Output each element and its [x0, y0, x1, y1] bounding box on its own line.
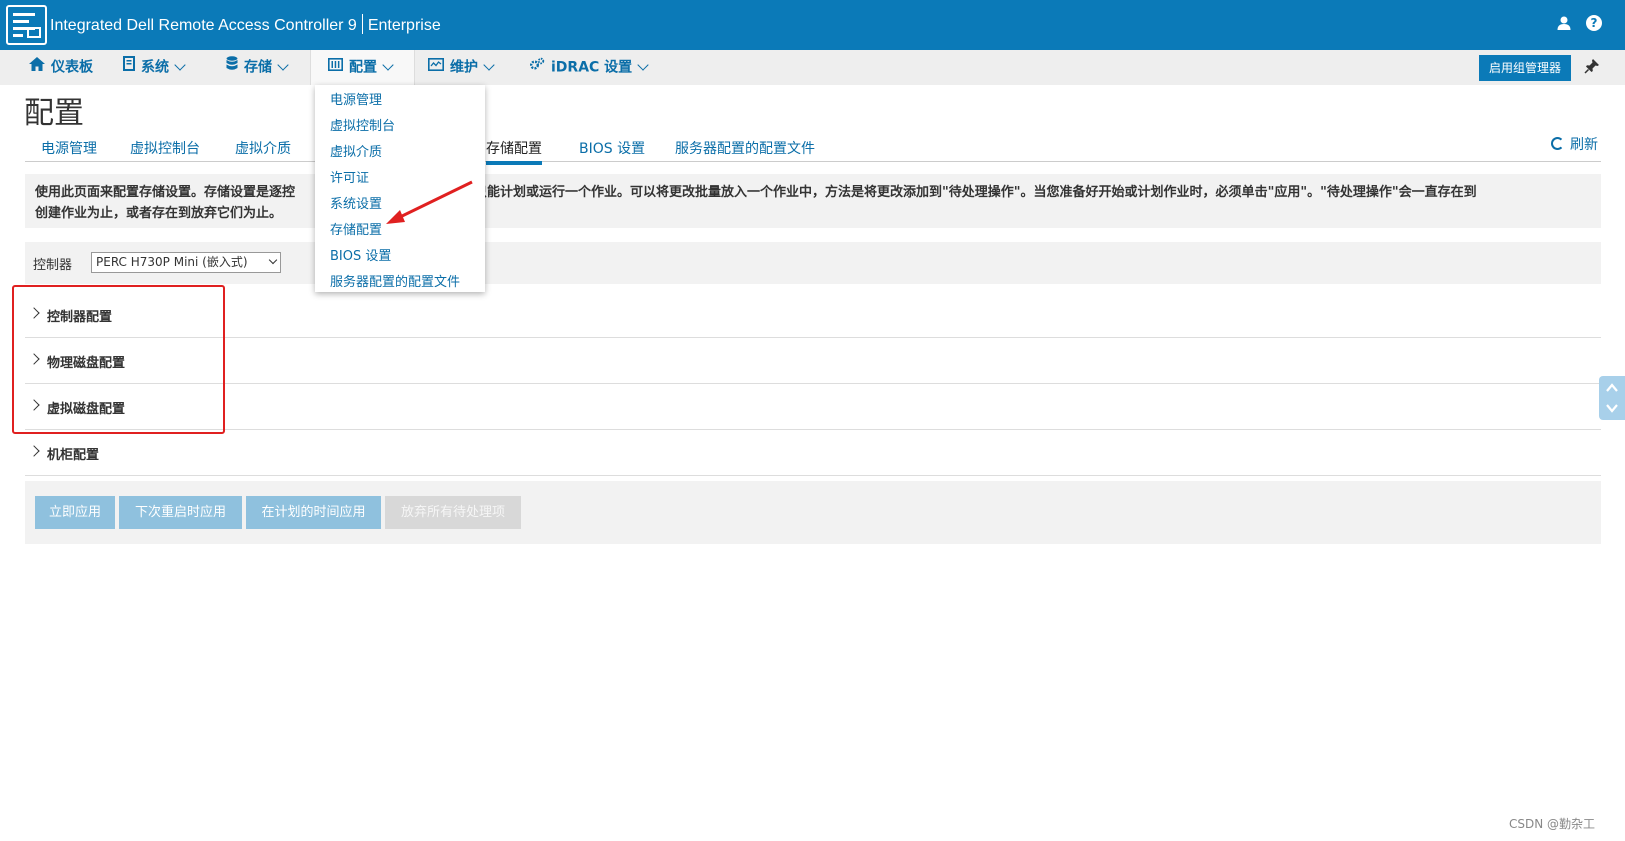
annotation-arrow-icon: [386, 180, 473, 224]
sub-tabs: 电源管理 虚拟控制台 虚拟介质 存储配置 BIOS 设置 服务器配置的配置文件: [25, 132, 1601, 165]
title-bar: Integrated Dell Remote Access Controller…: [0, 0, 1625, 50]
main-nav: 仪表板 系统 存储 配置 维护 iDRAC 设置: [0, 50, 1625, 85]
menu-item-server-configuration-profile[interactable]: 服务器配置的配置文件: [330, 271, 460, 290]
help-icon[interactable]: ?: [1586, 15, 1604, 33]
chevron-down-icon: [174, 58, 186, 71]
apply-at-next-reboot-button[interactable]: 下次重启时应用: [119, 496, 242, 529]
gears-icon: [529, 50, 545, 85]
pin-icon[interactable]: [1584, 58, 1602, 76]
nav-label: 维护: [450, 59, 478, 76]
nav-item-storage[interactable]: 存储: [226, 50, 289, 85]
nav-label: iDRAC 设置: [551, 59, 633, 76]
section-virtual-disk-configuration[interactable]: 虚拟磁盘配置: [25, 384, 1601, 430]
database-icon: [226, 50, 238, 85]
menu-item-bios-settings[interactable]: BIOS 设置: [330, 245, 391, 264]
refresh-button[interactable]: 刷新: [1551, 134, 1598, 154]
discard-all-pending-button[interactable]: 放弃所有待处理项: [385, 496, 521, 529]
tab-storage-configuration[interactable]: 存储配置: [486, 138, 542, 165]
user-icon[interactable]: [1556, 15, 1574, 33]
config-icon: [328, 50, 343, 85]
tab-power-management[interactable]: 电源管理: [41, 138, 97, 158]
nav-item-system[interactable]: 系统: [123, 50, 186, 85]
info-text-line1-a: 使用此页面来配置存储设置。存储设置是逐控: [35, 185, 296, 200]
refresh-icon: [1551, 137, 1564, 150]
menu-item-system-settings[interactable]: 系统设置: [330, 193, 382, 212]
menu-item-virtual-console[interactable]: 虚拟控制台: [330, 115, 395, 134]
menu-item-power-management[interactable]: 电源管理: [330, 89, 382, 108]
nav-label: 仪表板: [51, 59, 93, 76]
edition-text: Enterprise: [367, 17, 441, 34]
server-icon: [123, 50, 135, 85]
nav-item-dashboard[interactable]: 仪表板: [29, 50, 93, 85]
tab-bios-settings[interactable]: BIOS 设置: [579, 138, 645, 158]
controller-select[interactable]: PERC H730P Mini (嵌入式): [91, 252, 281, 273]
monitor-icon: [428, 50, 444, 85]
chevron-down-icon: [483, 58, 495, 71]
nav-label: 存储: [244, 59, 272, 76]
controller-label: 控制器: [33, 258, 73, 273]
section-physical-disk-configuration[interactable]: 物理磁盘配置: [25, 338, 1601, 384]
nav-item-idrac-settings[interactable]: iDRAC 设置: [529, 50, 649, 85]
idrac-logo-icon: [6, 5, 47, 45]
chevron-down-icon: [277, 58, 289, 71]
refresh-label: 刷新: [1570, 137, 1598, 153]
info-text-line1-b: 器一次只能计划或运行一个作业。可以将更改批量放入一个作业中，方法是将更改添加到"…: [435, 185, 1477, 200]
help-symbol: ?: [1586, 15, 1602, 31]
apply-now-button[interactable]: 立即应用: [35, 496, 115, 529]
menu-item-virtual-media[interactable]: 虚拟介质: [330, 141, 382, 160]
controller-value: PERC H730P Mini (嵌入式): [96, 255, 248, 269]
info-text-line2: 创建作业为止，或者存在到放弃它们为止。: [35, 206, 283, 221]
apply-buttons-row: 立即应用 下次重启时应用 在计划的时间应用 放弃所有待处理项: [25, 481, 1601, 544]
info-message: 使用此页面来配置存储设置。存储设置是逐控 器一次只能计划或运行一个作业。可以将更改…: [25, 174, 1601, 228]
watermark: CSDN @勤杂工: [1509, 817, 1596, 831]
scroll-control[interactable]: [1599, 376, 1625, 420]
nav-item-maintenance[interactable]: 维护: [428, 50, 495, 85]
section-label: 机柜配置: [47, 448, 100, 463]
tab-virtual-media[interactable]: 虚拟介质: [235, 138, 291, 158]
chevron-down-icon: [268, 255, 278, 265]
chevron-down-icon: [382, 58, 394, 71]
section-controller-configuration[interactable]: 控制器配置: [25, 292, 1601, 338]
controller-row: 控制器 PERC H730P Mini (嵌入式): [25, 242, 1601, 284]
nav-item-configuration[interactable]: 配置: [310, 50, 415, 85]
tab-server-configuration-profile[interactable]: 服务器配置的配置文件: [675, 138, 815, 158]
chevron-down-icon: [637, 58, 649, 71]
annotation-red-box: [12, 285, 225, 434]
menu-item-storage-configuration[interactable]: 存储配置: [330, 219, 382, 238]
nav-label: 系统: [141, 59, 169, 76]
apply-at-scheduled-time-button[interactable]: 在计划的时间应用: [246, 496, 381, 529]
enable-group-manager-button[interactable]: 启用组管理器: [1479, 55, 1571, 81]
home-icon: [29, 50, 45, 85]
app-title-text: Integrated Dell Remote Access Controller…: [50, 17, 357, 34]
chevron-right-icon: [28, 445, 40, 457]
app-title: Integrated Dell Remote Access Controller…: [50, 14, 441, 35]
menu-item-licenses[interactable]: 许可证: [330, 167, 369, 186]
section-enclosure-configuration[interactable]: 机柜配置: [25, 430, 1601, 476]
page-title: 配置: [24, 97, 84, 130]
nav-label: 配置: [349, 59, 377, 76]
tab-virtual-console[interactable]: 虚拟控制台: [130, 138, 200, 158]
